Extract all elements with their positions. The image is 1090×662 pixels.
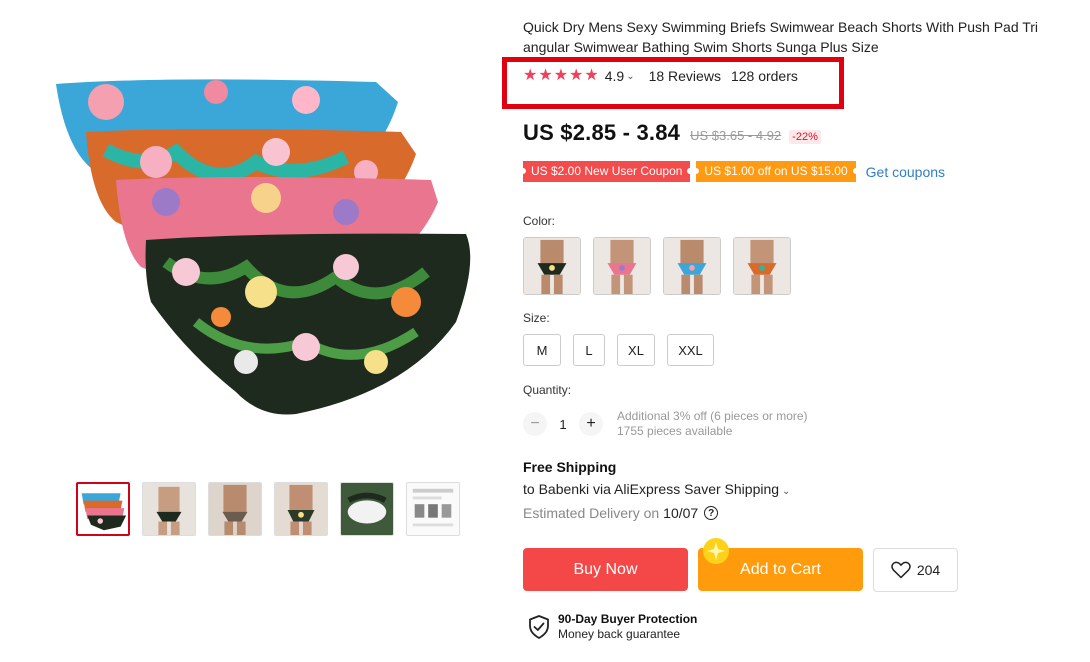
thumbnail-1[interactable] xyxy=(76,482,130,536)
star-rating: ★ ★ ★ ★ ★ xyxy=(523,68,599,84)
thumbnail-4[interactable] xyxy=(274,482,328,536)
chevron-down-icon[interactable]: ⌄ xyxy=(626,71,634,82)
main-product-image[interactable] xyxy=(46,62,492,442)
quantity-increase-button[interactable]: + xyxy=(579,412,603,436)
protection-title: 90-Day Buyer Protection xyxy=(558,612,698,626)
price-row: US $2.85 - 3.84 US $3.65 - 4.92 -22% xyxy=(523,120,821,146)
wishlist-button[interactable]: 204 xyxy=(873,548,958,592)
color-option-orange-floral[interactable] xyxy=(733,237,791,295)
current-price: US $2.85 - 3.84 xyxy=(523,120,681,145)
bulk-discount-note: Additional 3% off (6 pieces or more) xyxy=(617,409,808,423)
help-icon[interactable]: ? xyxy=(704,506,719,520)
protection-subtitle: Money back guarantee xyxy=(558,627,681,641)
quantity-value[interactable]: 1 xyxy=(547,417,579,432)
color-option-black-floral[interactable] xyxy=(523,237,581,295)
thumbnail-2[interactable] xyxy=(142,482,196,536)
color-option-pink-floral[interactable] xyxy=(593,237,651,295)
size-option-xl[interactable]: XL xyxy=(617,334,655,366)
shipping-method[interactable]: to Babenki via AliExpress Saver Shipping… xyxy=(523,481,790,497)
sparkle-icon xyxy=(703,538,729,564)
quantity-decrease-button[interactable]: − xyxy=(523,412,547,436)
rating-row: ★ ★ ★ ★ ★ 4.9 ⌄ 18 Reviews 128 orders xyxy=(523,66,798,86)
heart-icon xyxy=(891,561,911,579)
shipping-method-text[interactable]: to Babenki via AliExpress Saver Shipping xyxy=(523,481,779,497)
star-icon: ★ xyxy=(538,67,553,84)
buyer-protection: 90-Day Buyer Protection Money back guara… xyxy=(528,612,697,642)
shield-check-icon xyxy=(529,615,549,639)
star-icon: ★ xyxy=(584,67,599,84)
stock-available: 1755 pieces available xyxy=(617,424,733,438)
quantity-stepper: − 1 + Additional 3% off (6 pieces or mor… xyxy=(523,409,808,439)
product-title-line-2: angular Swimwear Bathing Swim Shorts Sun… xyxy=(523,39,879,55)
thumbnail-3[interactable] xyxy=(208,482,262,536)
thumbnail-5[interactable] xyxy=(340,482,394,536)
thumbnail-strip xyxy=(76,482,460,536)
quantity-info: Additional 3% off (6 pieces or more) 175… xyxy=(617,409,808,439)
delivery-date: 10/07 xyxy=(663,505,699,521)
buy-now-button[interactable]: Buy Now xyxy=(523,548,688,591)
wishlist-count: 204 xyxy=(916,562,941,578)
product-title: Quick Dry Mens Sexy Swimming Briefs Swim… xyxy=(523,17,1090,57)
star-icon: ★ xyxy=(553,67,569,84)
shipping-title: Free Shipping xyxy=(523,459,617,475)
star-icon: ★ xyxy=(569,67,584,84)
color-option-blue-floral[interactable] xyxy=(663,237,721,295)
size-option-m[interactable]: M xyxy=(523,334,561,366)
star-icon: ★ xyxy=(523,67,538,84)
product-title-line-1: Quick Dry Mens Sexy Swimming Briefs Swim… xyxy=(523,19,1039,35)
size-label: Size: xyxy=(523,311,550,325)
store-coupon[interactable]: US $1.00 off on US $15.00 xyxy=(693,161,859,182)
quantity-label: Quantity: xyxy=(523,383,572,397)
get-coupons-link[interactable]: Get coupons xyxy=(866,164,945,180)
color-label: Color: xyxy=(523,214,556,228)
size-option-l[interactable]: L xyxy=(573,334,605,366)
new-user-coupon[interactable]: US $2.00 New User Coupon xyxy=(519,161,694,182)
original-price: US $3.65 - 4.92 xyxy=(690,128,782,143)
size-options: M L XL XXL xyxy=(523,334,714,366)
delivery-label: Estimated Delivery on xyxy=(523,505,660,521)
coupons-row: US $2.00 New User Coupon US $1.00 off on… xyxy=(519,161,945,182)
thumbnail-6[interactable] xyxy=(406,482,460,536)
estimated-delivery: Estimated Delivery on 10/07 ? xyxy=(523,505,719,521)
discount-badge: -22% xyxy=(789,130,821,144)
chevron-down-icon[interactable]: ⌄ xyxy=(782,486,790,497)
color-options xyxy=(523,237,791,295)
orders-count: 128 orders xyxy=(730,68,798,84)
reviews-link[interactable]: 18 Reviews xyxy=(649,68,721,84)
size-option-xxl[interactable]: XXL xyxy=(667,334,714,366)
rating-value[interactable]: 4.9 xyxy=(605,68,624,84)
